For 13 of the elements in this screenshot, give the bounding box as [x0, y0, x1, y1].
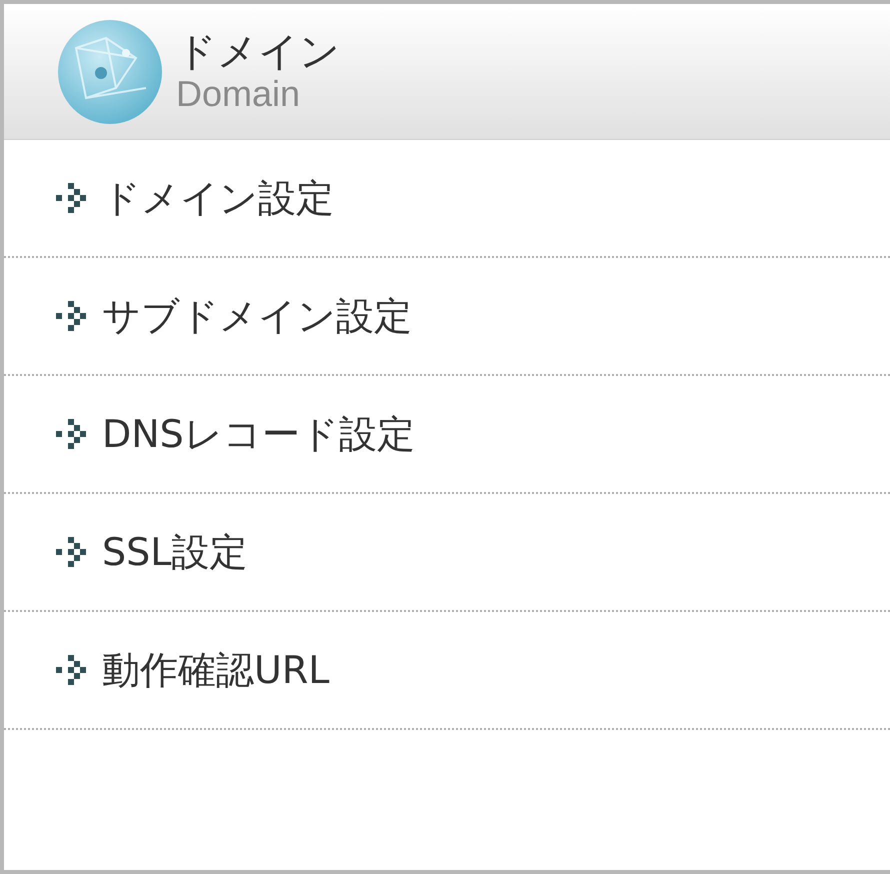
arrow-icon: [56, 537, 86, 567]
header-title: ドメイン: [176, 32, 340, 72]
menu-item[interactable]: サブドメイン設定: [4, 258, 890, 376]
header-subtitle: Domain: [176, 76, 302, 112]
globe-icon: [56, 18, 164, 126]
menu-item[interactable]: SSL設定: [4, 494, 890, 612]
arrow-icon: [56, 655, 86, 685]
menu-item[interactable]: DNSレコード設定: [4, 376, 890, 494]
menu-item[interactable]: ドメイン設定: [4, 140, 890, 258]
arrow-icon: [56, 419, 86, 449]
menu-item[interactable]: 動作確認URL: [4, 612, 890, 730]
arrow-icon: [56, 183, 86, 213]
arrow-icon: [56, 301, 86, 331]
